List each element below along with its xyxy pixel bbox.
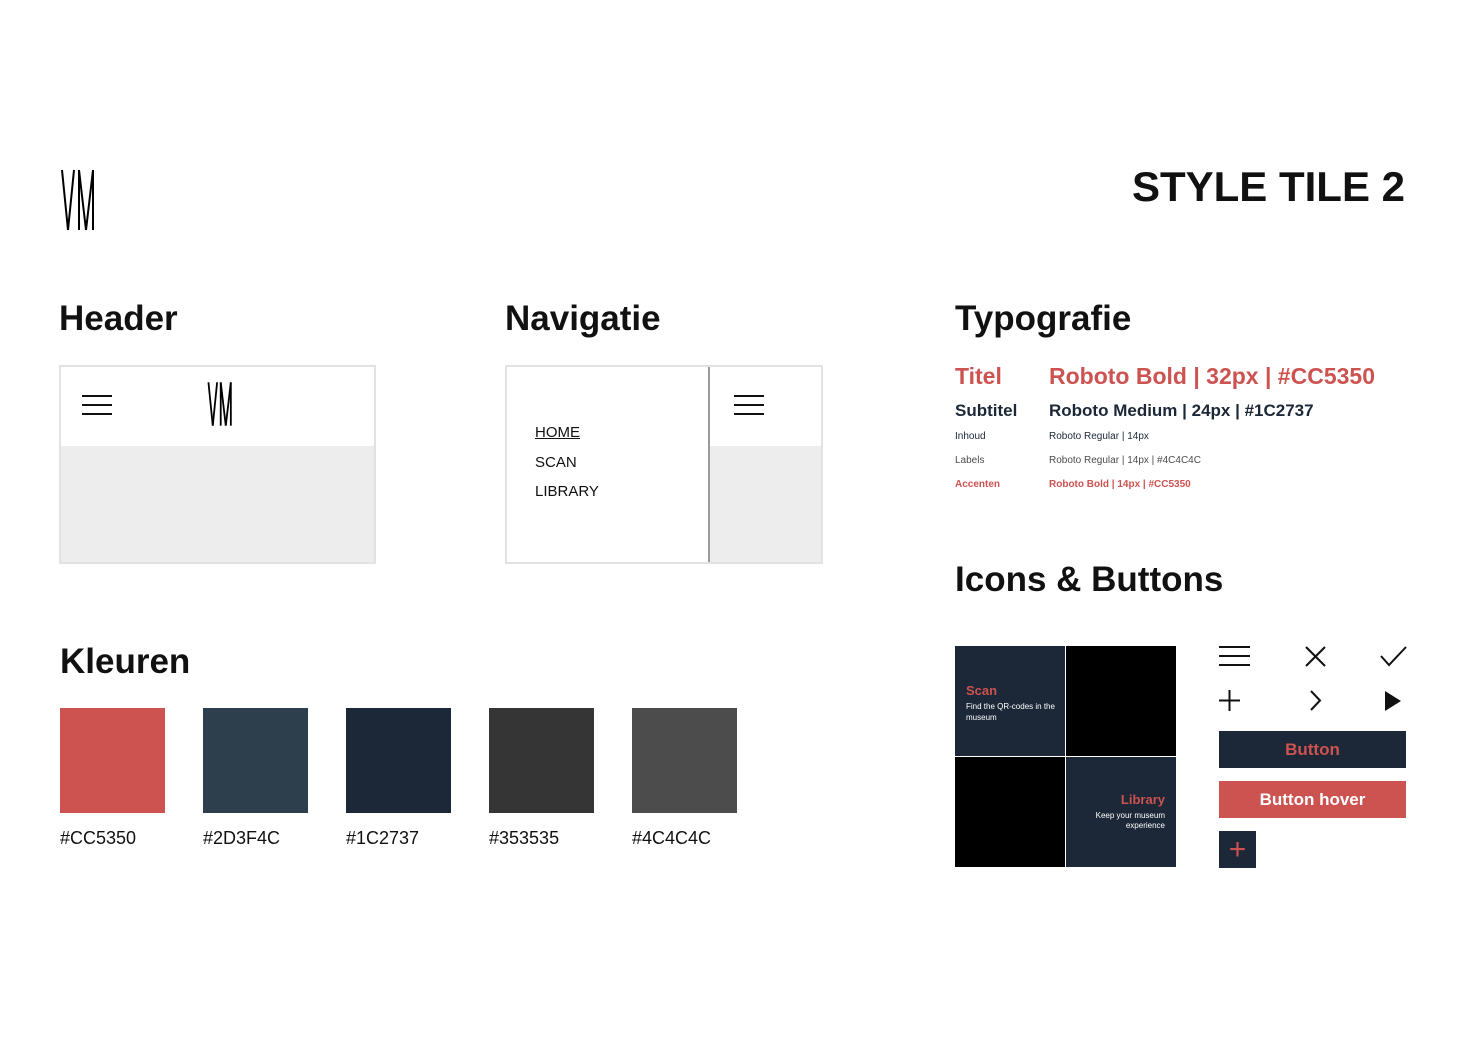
section-title-icons-buttons: Icons & Buttons	[955, 560, 1224, 599]
color-swatch-2	[203, 708, 308, 813]
menu-icon[interactable]	[82, 395, 112, 415]
typography-spec-subtitel: Roboto Medium | 24px | #1C2737	[1049, 401, 1314, 420]
image-tile	[955, 757, 1065, 867]
header-bar	[61, 367, 374, 446]
vm-logo-small	[207, 382, 232, 426]
typography-label-subtitel: Subtitel	[955, 401, 1018, 420]
section-title-typografie: Typografie	[955, 299, 1132, 338]
color-swatch-1	[60, 708, 165, 813]
navigation-mockup: HOME SCAN LIBRARY	[505, 365, 823, 564]
color-label-2: #2D3F4C	[203, 828, 281, 848]
scan-tile[interactable]: Scan Find the QR-codes in the museum	[955, 646, 1065, 756]
chevron-right-icon[interactable]	[1309, 690, 1322, 711]
color-swatch-4	[489, 708, 594, 813]
primary-button-hover[interactable]: Button hover	[1219, 781, 1406, 818]
menu-icon[interactable]	[734, 395, 764, 415]
vm-logo	[61, 169, 94, 231]
section-title-kleuren: Kleuren	[60, 642, 191, 681]
nav-item-library[interactable]: LIBRARY	[535, 483, 599, 500]
color-label-5: #4C4C4C	[632, 828, 712, 848]
scan-tile-text: Find the QR-codes in the museum	[966, 702, 1055, 722]
section-title-header: Header	[59, 299, 178, 338]
library-tile-title: Library	[1120, 792, 1165, 807]
typography-label-inhoud: Inhoud	[955, 431, 986, 442]
scan-tile-title: Scan	[966, 683, 998, 698]
nav-item-scan[interactable]: SCAN	[535, 454, 577, 471]
typography-spec-inhoud: Roboto Regular | 14px	[1049, 431, 1149, 442]
header-mockup	[59, 365, 376, 564]
page-title: STYLE TILE 2	[1131, 163, 1405, 210]
library-tile[interactable]: Library Keep your museum experience	[1066, 757, 1176, 867]
typography-label-labels: Labels	[955, 455, 985, 466]
typography-spec-accenten: Roboto Bold | 14px | #CC5350	[1049, 479, 1191, 490]
typography-spec-labels: Roboto Regular | 14px | #4C4C4C	[1049, 455, 1201, 466]
color-label-4: #353535	[489, 828, 560, 848]
primary-button-hover-label: Button hover	[1259, 789, 1366, 809]
menu-icon[interactable]	[1219, 646, 1250, 666]
nav-item-home[interactable]: HOME	[535, 424, 580, 441]
nav-drawer: HOME SCAN LIBRARY	[507, 367, 710, 562]
typography-label-titel: Titel	[955, 363, 1002, 389]
color-swatch-3	[346, 708, 451, 813]
plus-icon[interactable]	[1219, 690, 1240, 711]
add-button[interactable]: +	[1219, 831, 1256, 868]
section-title-navigatie: Navigatie	[505, 299, 661, 338]
library-tile-text: Keep your museum experience	[1095, 811, 1165, 830]
typography-spec-titel: Roboto Bold | 32px | #CC5350	[1049, 363, 1375, 389]
color-label-1: #CC5350	[60, 828, 137, 848]
close-icon[interactable]	[1305, 646, 1326, 667]
color-label-3: #1C2737	[346, 828, 420, 848]
play-icon[interactable]	[1385, 691, 1401, 711]
primary-button[interactable]: Button	[1219, 731, 1406, 768]
image-tile	[1066, 646, 1176, 756]
primary-button-label: Button	[1285, 739, 1340, 759]
add-button-label: +	[1228, 832, 1247, 866]
color-swatch-5	[632, 708, 737, 813]
check-icon[interactable]	[1380, 646, 1407, 667]
typography-label-accenten: Accenten	[955, 479, 1001, 490]
